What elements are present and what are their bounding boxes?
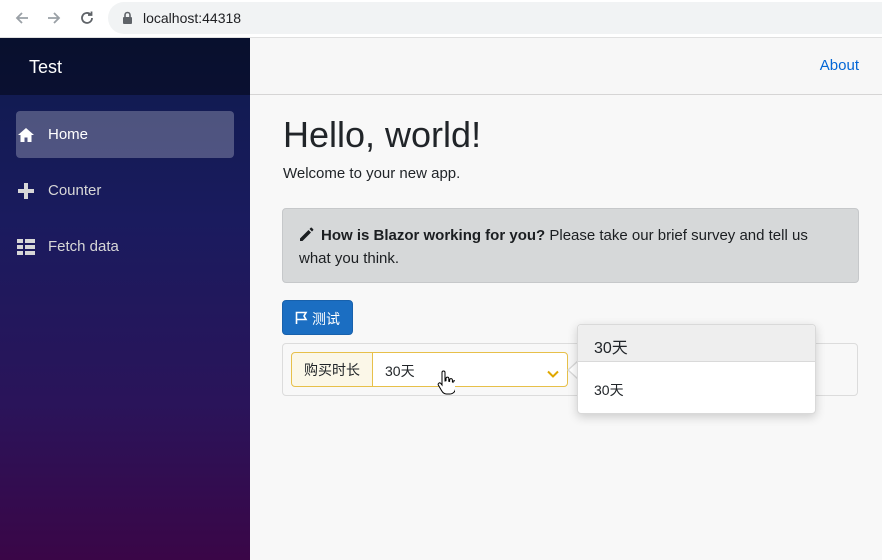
sidebar-item-label: Counter: [48, 182, 102, 199]
url-text: localhost:44318: [143, 10, 242, 26]
sidebar-item-fetch-data[interactable]: Fetch data: [16, 223, 234, 270]
sidebar-item-label: Home: [48, 126, 89, 143]
brand-bar: Test: [0, 38, 250, 95]
brand-link[interactable]: Test: [29, 57, 62, 78]
forward-arrow-icon[interactable]: [42, 7, 66, 29]
dropdown-header-label: 30天: [594, 340, 628, 357]
purchase-duration-label: 购买时长: [291, 352, 373, 387]
page-title: Hello, world!: [283, 114, 482, 155]
test-button[interactable]: 测试: [282, 300, 353, 335]
hand-cursor-icon: [437, 370, 457, 401]
top-row: About: [250, 38, 882, 95]
browser-toolbar: localhost:44318: [0, 0, 882, 38]
home-icon: [16, 125, 36, 145]
back-arrow-icon[interactable]: [10, 7, 34, 29]
sidebar-item-home[interactable]: Home: [16, 111, 234, 158]
list-icon: [16, 237, 36, 257]
reload-icon[interactable]: [75, 7, 99, 29]
dropdown-header: 30天: [578, 325, 815, 362]
address-bar[interactable]: localhost:44318: [108, 2, 882, 34]
sidebar-item-counter[interactable]: Counter: [16, 167, 234, 214]
sidebar: Test Home Counter Fetch data: [0, 38, 250, 560]
purchase-duration-select[interactable]: 30天: [372, 352, 568, 387]
welcome-text: Welcome to your new app.: [283, 165, 461, 182]
survey-prompt[interactable]: How is Blazor working for you?: [321, 227, 545, 244]
about-link[interactable]: About: [820, 57, 859, 74]
plus-icon: [16, 181, 36, 201]
survey-alert: How is Blazor working for you? Please ta…: [282, 208, 859, 283]
sidebar-item-label: Fetch data: [48, 238, 119, 255]
flag-icon: [295, 311, 308, 328]
selected-value: 30天: [385, 363, 415, 379]
dropdown-option[interactable]: 30天: [594, 380, 624, 400]
lock-icon[interactable]: [122, 11, 133, 30]
dropdown-menu: 30天 30天: [577, 324, 816, 414]
chevron-down-icon[interactable]: [547, 365, 559, 381]
pencil-icon: [299, 227, 317, 248]
test-button-label: 测试: [312, 311, 340, 327]
